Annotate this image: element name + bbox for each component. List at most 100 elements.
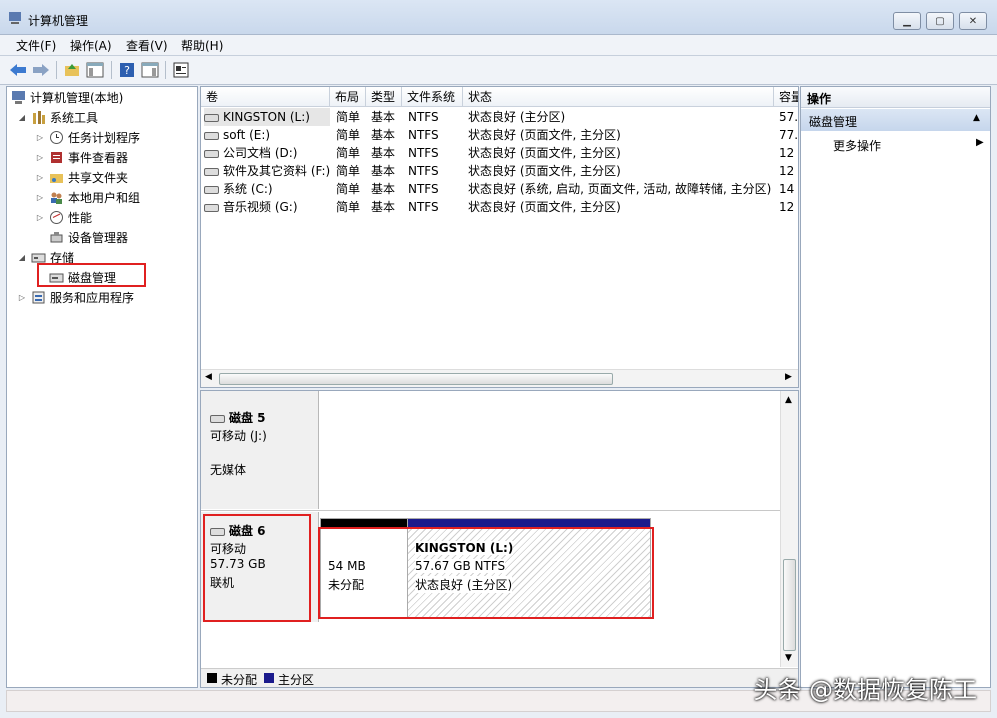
window-title: 计算机管理 xyxy=(28,14,89,28)
forward-icon[interactable] xyxy=(31,60,51,80)
column-header-status[interactable]: 状态 xyxy=(463,87,774,107)
tree-label: 服务和应用程序 xyxy=(50,290,135,305)
tree-label: 系统工具 xyxy=(50,110,99,125)
close-button[interactable]: ✕ xyxy=(959,12,987,30)
users-icon xyxy=(49,190,64,205)
disk-kind: 可移动 (J:) xyxy=(210,429,267,443)
toolbar-separator xyxy=(165,61,166,79)
scroll-down-icon[interactable]: ▼ xyxy=(785,653,792,663)
actions-section-disk-management[interactable]: 磁盘管理 ▲ xyxy=(801,109,990,131)
menu-help[interactable]: 帮助(H) xyxy=(181,37,223,54)
partition-bar xyxy=(408,519,650,527)
table-row[interactable]: 系统 (C:) 简单 基本 NTFS 状态良好 (系统, 启动, 页面文件, 活… xyxy=(201,180,798,198)
tools-icon xyxy=(31,110,46,125)
menu-bar: 文件(F) 操作(A) 查看(V) 帮助(H) xyxy=(0,35,997,56)
expand-arrow-icon[interactable]: ▷ xyxy=(35,133,45,142)
horizontal-scrollbar[interactable]: ◀ ▶ xyxy=(201,369,798,387)
menu-action[interactable]: 操作(A) xyxy=(70,37,112,54)
menu-view[interactable]: 查看(V) xyxy=(126,37,168,54)
table-row[interactable]: 软件及其它资料 (F:) 简单 基本 NTFS 状态良好 (页面文件, 主分区)… xyxy=(201,162,798,180)
legend-bar: 未分配 主分区 xyxy=(201,668,798,687)
drive-icon xyxy=(204,203,219,212)
menu-file[interactable]: 文件(F) xyxy=(16,37,56,54)
legend-unallocated-swatch xyxy=(207,673,217,683)
scroll-right-icon[interactable]: ▶ xyxy=(785,372,792,382)
volume-list: 卷 布局 类型 文件系统 状态 容量 KINGSTON (L:) 简单 基本 N… xyxy=(200,86,799,388)
column-header-filesystem[interactable]: 文件系统 xyxy=(402,87,463,107)
maximize-button[interactable]: ▢ xyxy=(926,12,954,30)
highlight-box-disk-6 xyxy=(203,514,311,622)
drive-icon xyxy=(204,113,219,122)
collapse-arrow-icon[interactable]: ◢ xyxy=(17,113,27,122)
table-row[interactable]: 公司文档 (D:) 简单 基本 NTFS 状态良好 (页面文件, 主分区) 12 xyxy=(201,144,798,162)
show-hide-tree-icon[interactable] xyxy=(85,60,105,80)
show-hide-action-pane-icon[interactable] xyxy=(140,60,160,80)
tree-label: 性能 xyxy=(68,210,93,225)
legend-primary-swatch xyxy=(264,673,274,683)
column-header-layout[interactable]: 布局 xyxy=(330,87,366,107)
submenu-arrow-icon: ▶ xyxy=(976,137,984,148)
tree-item-local-users[interactable]: ▷ 本地用户和组 xyxy=(35,188,140,206)
tree-item-shared-folders[interactable]: ▷ 共享文件夹 xyxy=(35,168,128,186)
help-icon[interactable]: ? xyxy=(117,60,137,80)
actions-header: 操作 xyxy=(801,87,990,108)
computer-icon xyxy=(11,90,26,105)
disk-icon xyxy=(210,414,225,423)
tree-item-event-viewer[interactable]: ▷ 事件查看器 xyxy=(35,148,128,166)
tree-label: 事件查看器 xyxy=(68,150,129,165)
properties-icon[interactable] xyxy=(171,60,191,80)
tree-item-system-tools[interactable]: ◢ 系统工具 xyxy=(17,108,98,126)
table-row[interactable]: soft (E:) 简单 基本 NTFS 状态良好 (页面文件, 主分区) 77… xyxy=(201,126,798,144)
toolbar-separator xyxy=(56,61,57,79)
unallocated-bar xyxy=(321,519,407,527)
scrollbar-thumb[interactable] xyxy=(783,559,796,651)
column-header-volume[interactable]: 卷 xyxy=(201,87,330,107)
actions-pane: 操作 磁盘管理 ▲ 更多操作 ▶ xyxy=(800,86,991,688)
up-folder-icon[interactable] xyxy=(62,60,82,80)
column-header-capacity[interactable]: 容量 xyxy=(774,87,798,107)
collapse-arrow-icon[interactable]: ◢ xyxy=(17,253,27,262)
drive-icon xyxy=(204,167,219,176)
services-icon xyxy=(31,290,46,305)
highlight-box-disk-management xyxy=(37,263,146,287)
performance-icon xyxy=(49,210,64,225)
scroll-up-icon[interactable]: ▲ xyxy=(785,395,792,405)
expand-arrow-icon[interactable]: ▷ xyxy=(35,193,45,202)
disk-name: 磁盘 5 xyxy=(210,409,266,426)
table-row[interactable]: 音乐视频 (G:) 简单 基本 NTFS 状态良好 (页面文件, 主分区) 12 xyxy=(201,198,798,216)
highlight-box-partitions xyxy=(318,527,654,619)
device-manager-icon xyxy=(49,230,64,245)
back-icon[interactable] xyxy=(8,60,28,80)
tree-label: 本地用户和组 xyxy=(68,190,141,205)
legend-primary-label: 主分区 xyxy=(278,673,315,687)
toolbar-separator xyxy=(111,61,112,79)
more-actions-item[interactable]: 更多操作 ▶ xyxy=(801,135,990,155)
scrollbar-thumb[interactable] xyxy=(219,373,613,385)
table-row[interactable]: KINGSTON (L:) 简单 基本 NTFS 状态良好 (主分区) 57. xyxy=(201,108,798,126)
tree-item-task-scheduler[interactable]: ▷ 任务计划程序 xyxy=(35,128,140,146)
collapse-up-icon[interactable]: ▲ xyxy=(973,113,980,123)
expand-arrow-icon[interactable]: ▷ xyxy=(17,293,27,302)
drive-icon xyxy=(204,131,219,140)
column-header-type[interactable]: 类型 xyxy=(366,87,402,107)
expand-arrow-icon[interactable]: ▷ xyxy=(35,173,45,182)
tree-label: 共享文件夹 xyxy=(68,170,129,185)
disk-5-info[interactable]: 磁盘 5 可移动 (J:) 无媒体 xyxy=(201,391,319,509)
scroll-left-icon[interactable]: ◀ xyxy=(205,372,212,382)
svg-text:?: ? xyxy=(124,64,130,77)
computer-management-icon xyxy=(9,12,21,24)
expand-arrow-icon[interactable]: ▷ xyxy=(35,153,45,162)
tree-item-services-apps[interactable]: ▷ 服务和应用程序 xyxy=(17,288,134,306)
expand-arrow-icon[interactable]: ▷ xyxy=(35,213,45,222)
tree-item-device-manager[interactable]: 设备管理器 xyxy=(35,228,128,246)
drive-icon xyxy=(204,149,219,158)
tree-label: 计算机管理(本地) xyxy=(30,90,124,105)
tree-item-performance[interactable]: ▷ 性能 xyxy=(35,208,92,226)
shared-folder-icon xyxy=(49,170,64,185)
tree-item-computer-management[interactable]: 计算机管理(本地) xyxy=(11,88,123,106)
minimize-button[interactable]: ▁ xyxy=(893,12,921,30)
tree-label: 设备管理器 xyxy=(68,230,129,245)
divider xyxy=(201,510,798,511)
vertical-scrollbar[interactable]: ▲ ▼ xyxy=(780,391,798,667)
watermark: 头条 @数据恢复陈工 xyxy=(753,676,977,704)
